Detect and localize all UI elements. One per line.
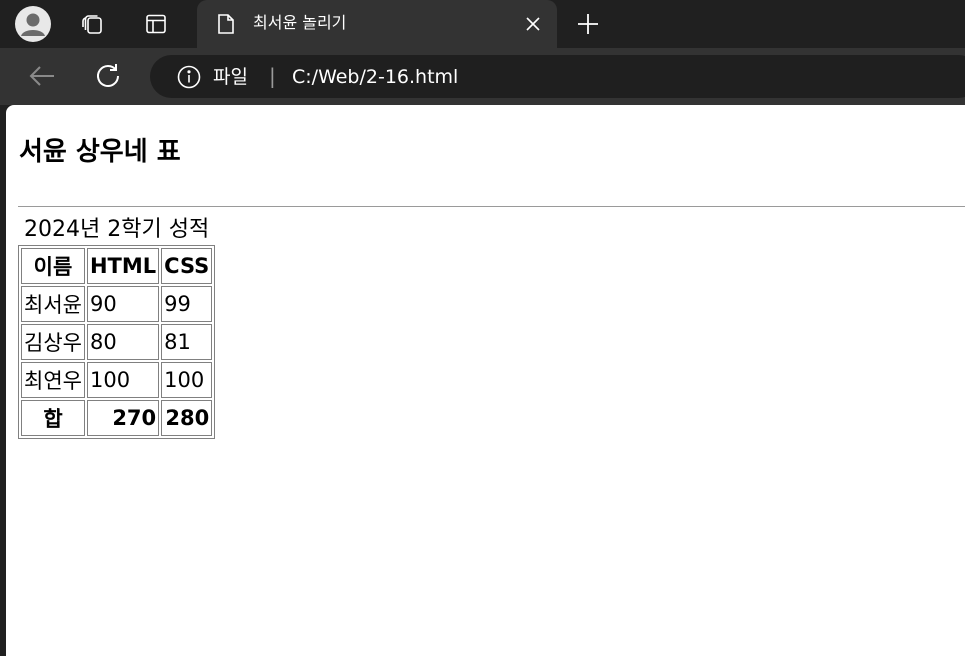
horizontal-rule [18,206,965,207]
cell-css: 99 [161,286,213,322]
profile-avatar-icon[interactable] [13,4,53,44]
table-row: 최연우 100 100 [21,362,213,398]
close-icon[interactable] [521,12,545,36]
cell-css: 81 [161,324,213,360]
active-tab[interactable]: 최서윤 놀리기 [197,0,557,48]
document-icon [214,12,238,36]
footer-css-total: 280 [161,400,213,436]
score-table: 2024년 2학기 성적 이름 HTML CSS 최서윤 90 99 김상우 8… [18,215,216,439]
table-footer-row: 합 270 280 [21,400,213,436]
plus-icon[interactable] [568,4,608,44]
page-viewport: 서윤 상우네 표 2024년 2학기 성적 이름 HTML CSS 최서윤 90… [6,105,965,656]
info-icon[interactable] [176,64,202,90]
tab-strip: 최서윤 놀리기 [0,0,965,48]
table-header-row: 이름 HTML CSS [21,248,213,284]
cell-html: 100 [86,362,160,398]
cell-name: 최서윤 [21,286,85,322]
cell-html: 80 [86,324,160,360]
header-html: HTML [86,248,160,284]
address-scheme-label: 파일 [213,66,248,88]
table-caption: 2024년 2학기 성적 [24,217,210,242]
footer-label: 합 [21,400,85,436]
table-row: 김상우 80 81 [21,324,213,360]
cell-name: 김상우 [21,324,85,360]
collections-icon[interactable] [73,4,113,44]
header-css: CSS [161,248,213,284]
refresh-icon[interactable] [88,56,128,96]
cell-name: 최연우 [21,362,85,398]
cell-css: 100 [161,362,213,398]
tab-actions-icon[interactable] [136,4,176,44]
tab-title: 최서윤 놀리기 [253,13,347,32]
header-name: 이름 [21,248,85,284]
table-row: 최서윤 90 99 [21,286,213,322]
navigation-toolbar: 파일 | C:/Web/2-16.html [0,48,965,105]
address-url[interactable]: C:/Web/2-16.html [292,65,458,89]
back-arrow-icon[interactable] [22,56,62,96]
footer-html-total: 270 [86,400,160,436]
address-bar[interactable]: 파일 | C:/Web/2-16.html [150,55,965,98]
page-heading: 서윤 상우네 표 [19,137,181,167]
address-separator: | [269,64,276,88]
cell-html: 90 [86,286,160,322]
